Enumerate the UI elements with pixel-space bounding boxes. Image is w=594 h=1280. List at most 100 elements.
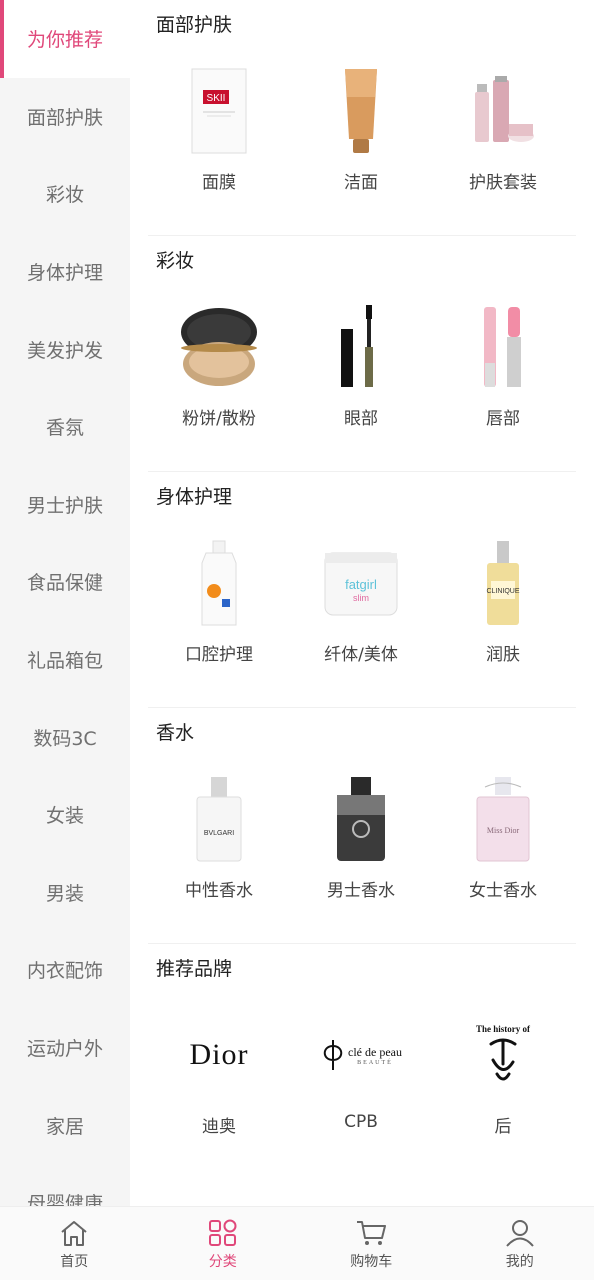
whoo-logo-text: The history of — [476, 1024, 530, 1034]
sidebar-item-maternal[interactable]: 母婴健康 — [0, 1164, 130, 1206]
category-item[interactable]: 护肤套装 — [432, 66, 574, 193]
bottom-tab-bar: 首页 分类 购物车 我的 — [0, 1206, 594, 1280]
sidebar-item-label: 食品保健 — [26, 572, 103, 595]
sidebar-item-label: 女装 — [45, 805, 84, 828]
sidebar-item-food-health[interactable]: 食品保健 — [0, 543, 130, 621]
sidebar-item-sports[interactable]: 运动户外 — [0, 1009, 130, 1087]
sidebar-item-label: 运动户外 — [26, 1038, 103, 1061]
item-label: 中性香水 — [185, 881, 253, 901]
home-icon — [61, 1221, 87, 1246]
item-label: 后 — [494, 1117, 512, 1137]
item-label: CPB — [344, 1112, 378, 1132]
sidebar-item-label: 为你推荐 — [26, 29, 103, 52]
moisturizer-bottle-icon: CLINIQUE — [459, 538, 547, 628]
sidebar-item-digital[interactable]: 数码3C — [0, 698, 130, 776]
cleanser-tube-icon — [317, 66, 405, 156]
category-icon — [208, 1219, 237, 1246]
category-item[interactable]: 眼部 — [290, 302, 432, 429]
category-item[interactable]: BVLGARI 中性香水 — [148, 774, 290, 901]
sidebar-item-label: 男士护肤 — [26, 494, 103, 517]
tab-category[interactable]: 分类 — [149, 1207, 298, 1280]
section-brands: 推荐品牌 Dior 迪奥 clé de peau BEAUTÉ CPB The … — [148, 944, 576, 1180]
svg-text:CLINIQUE: CLINIQUE — [486, 588, 519, 595]
brand-item[interactable]: clé de peau BEAUTÉ CPB — [290, 1010, 432, 1137]
tab-label: 首页 — [60, 1254, 89, 1270]
category-item[interactable]: 男士香水 — [290, 774, 432, 901]
sidebar-item-label: 男装 — [45, 882, 84, 905]
sidebar-item-label: 内衣配饰 — [26, 960, 103, 983]
sidebar-item-label: 香氛 — [45, 417, 84, 440]
item-label: 洁面 — [344, 173, 378, 193]
item-label: 男士香水 — [327, 881, 395, 901]
svg-text:slim: slim — [353, 593, 369, 603]
category-item[interactable]: 粉饼/散粉 — [148, 302, 290, 429]
sidebar-item-underwear[interactable]: 内衣配饰 — [0, 931, 130, 1009]
sidebar-item-label: 家居 — [45, 1115, 84, 1138]
section-title: 香水 — [156, 722, 195, 744]
category-item[interactable]: CLINIQUE 润肤 — [432, 538, 574, 665]
section-title: 推荐品牌 — [156, 958, 233, 980]
category-item[interactable]: 洁面 — [290, 66, 432, 193]
item-label: 女士香水 — [469, 881, 537, 901]
svg-text:SKII: SKII — [207, 93, 226, 104]
sidebar-item-label: 美发护发 — [26, 339, 103, 362]
sidebar-item-body-care[interactable]: 身体护理 — [0, 233, 130, 311]
category-item[interactable]: fatgirl slim 纤体/美体 — [290, 538, 432, 665]
section-body-care: 身体护理 口腔护理 fatgirl slim 纤体/美体 CLINIQUE 润肤 — [148, 472, 576, 708]
item-label: 面膜 — [202, 173, 236, 193]
item-label: 纤体/美体 — [324, 645, 398, 665]
sidebar-item-mens-care[interactable]: 男士护肤 — [0, 466, 130, 544]
whoo-logo: The history of — [459, 1010, 547, 1100]
sidebar-item-mens-wear[interactable]: 男装 — [0, 854, 130, 932]
sidebar-item-womens-wear[interactable]: 女装 — [0, 776, 130, 854]
cpb-logo-subtext: BEAUTÉ — [357, 1059, 393, 1066]
skincare-set-icon — [459, 66, 547, 156]
mascara-icon — [317, 302, 405, 392]
svg-text:fatgirl: fatgirl — [345, 577, 377, 592]
sidebar-item-recommended[interactable]: 为你推荐 — [0, 0, 130, 78]
sidebar-item-fragrance[interactable]: 香氛 — [0, 388, 130, 466]
category-item[interactable]: Miss Dior 女士香水 — [432, 774, 574, 901]
brand-item[interactable]: Dior 迪奥 — [148, 1010, 290, 1137]
sidebar-item-makeup[interactable]: 彩妆 — [0, 155, 130, 233]
dior-logo: Dior — [175, 1010, 263, 1100]
sidebar-item-home[interactable]: 家居 — [0, 1086, 130, 1164]
sidebar-item-label: 数码3C — [33, 727, 97, 750]
sidebar-item-hair-care[interactable]: 美发护发 — [0, 310, 130, 388]
item-label: 粉饼/散粉 — [182, 409, 256, 429]
category-content: 面部护肤 SKII 面膜 洁面 护肤套装 彩妆 粉饼/散粉 眼部 唇部 身体护理… — [130, 0, 594, 1206]
category-item[interactable]: 口腔护理 — [148, 538, 290, 665]
tab-label: 我的 — [505, 1254, 534, 1270]
sidebar-item-gifts-bags[interactable]: 礼品箱包 — [0, 621, 130, 699]
sidebar-item-label: 礼品箱包 — [26, 650, 103, 673]
sidebar-item-label: 彩妆 — [45, 184, 84, 207]
sidebar-item-label: 身体护理 — [26, 262, 103, 285]
section-title: 面部护肤 — [156, 14, 233, 36]
tab-mine[interactable]: 我的 — [446, 1207, 594, 1280]
category-item[interactable]: SKII 面膜 — [148, 66, 290, 193]
mens-perfume-icon — [317, 774, 405, 864]
unisex-perfume-icon: BVLGARI — [175, 774, 263, 864]
mouthwash-bottle-icon — [175, 538, 263, 628]
item-label: 护肤套装 — [469, 173, 537, 193]
item-label: 润肤 — [486, 645, 520, 665]
svg-text:Miss Dior: Miss Dior — [487, 826, 520, 835]
cpb-logo: clé de peau BEAUTÉ — [311, 1010, 411, 1100]
sidebar-item-label: 母婴健康 — [26, 1193, 103, 1206]
section-makeup: 彩妆 粉饼/散粉 眼部 唇部 — [148, 236, 576, 472]
cpb-logo-text: clé de peau — [348, 1044, 402, 1059]
sidebar-item-face-care[interactable]: 面部护肤 — [0, 78, 130, 156]
user-icon — [505, 1220, 534, 1247]
tab-home[interactable]: 首页 — [0, 1207, 149, 1280]
category-sidebar: 为你推荐 面部护肤 彩妆 身体护理 美发护发 香氛 男士护肤 食品保健 礼品箱包… — [0, 0, 130, 1206]
face-mask-icon: SKII — [175, 66, 263, 156]
section-perfume: 香水 BVLGARI 中性香水 男士香水 Miss Dior 女士香水 — [148, 708, 576, 944]
item-label: 眼部 — [344, 409, 378, 429]
item-label: 迪奥 — [202, 1117, 236, 1137]
tab-cart[interactable]: 购物车 — [297, 1207, 446, 1280]
tab-label: 购物车 — [350, 1254, 393, 1270]
lip-gloss-icon — [459, 302, 547, 392]
brand-item[interactable]: The history of 后 — [432, 1010, 574, 1137]
category-item[interactable]: 唇部 — [432, 302, 574, 429]
dior-logo-text: Dior — [189, 1038, 249, 1071]
